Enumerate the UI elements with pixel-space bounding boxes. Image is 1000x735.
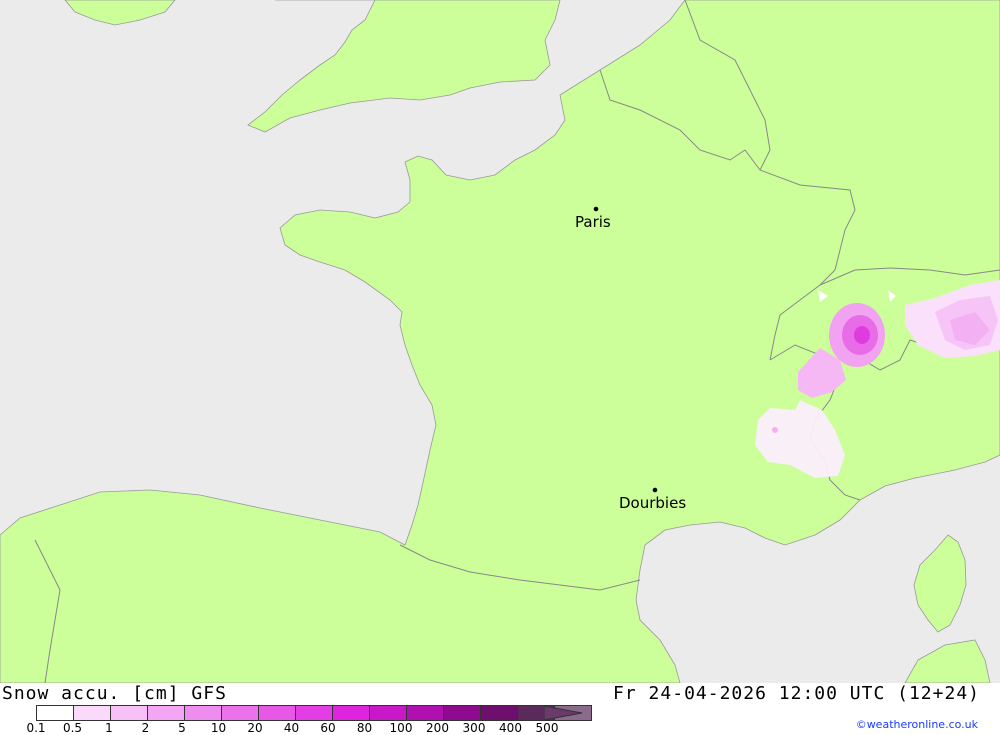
legend-color-bar xyxy=(36,705,592,721)
legend-swatch xyxy=(73,705,111,721)
legend-swatch xyxy=(110,705,148,721)
legend-swatch xyxy=(332,705,370,721)
legend-footer: Snow accu. [cm] GFS Fr 24-04-2026 12:00 … xyxy=(0,683,1000,735)
forecast-datetime: Fr 24-04-2026 12:00 UTC (12+24) xyxy=(613,683,980,704)
legend-swatch xyxy=(406,705,444,721)
legend-swatch xyxy=(36,705,74,721)
legend-swatch xyxy=(184,705,222,721)
legend-swatch xyxy=(443,705,481,721)
map-canvas: Paris Dourbies xyxy=(0,0,1000,683)
credit-link[interactable]: ©weatheronline.co.uk xyxy=(856,718,978,731)
map-svg: Paris Dourbies xyxy=(0,0,1000,683)
legend-swatch xyxy=(295,705,333,721)
legend-swatch xyxy=(221,705,259,721)
city-marker xyxy=(593,206,599,212)
city-marker xyxy=(652,487,658,493)
legend-title: Snow accu. [cm] GFS xyxy=(2,683,227,704)
legend-swatch xyxy=(480,705,518,721)
legend-swatch xyxy=(369,705,407,721)
city-label-paris: Paris xyxy=(575,213,611,231)
legend-overflow-arrow-icon xyxy=(544,705,583,721)
city-label-dourbies: Dourbies xyxy=(619,494,686,512)
legend-swatch xyxy=(147,705,185,721)
legend-swatch xyxy=(258,705,296,721)
